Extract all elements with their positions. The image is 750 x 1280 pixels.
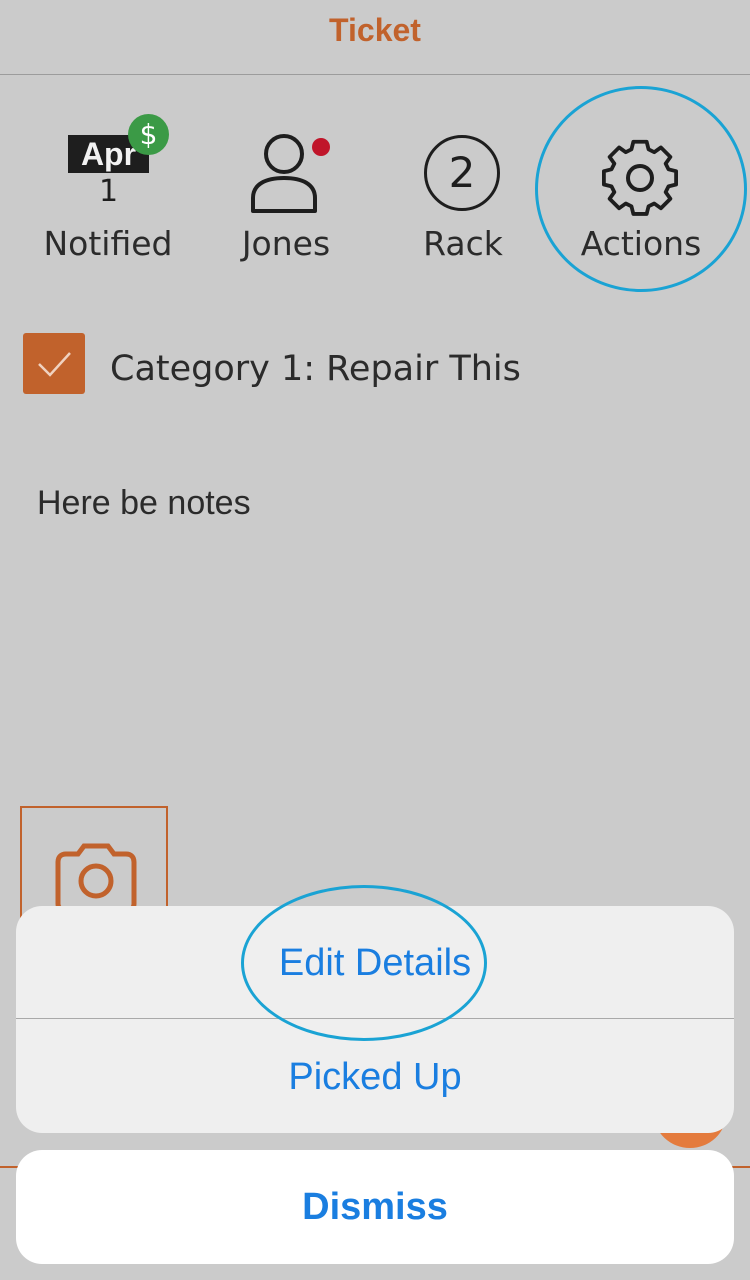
camera-icon (55, 843, 137, 912)
assignee-label: Jones (241, 224, 331, 263)
category-label: Category 1: Repair This (110, 349, 521, 389)
rack-number-badge[interactable]: 2 (424, 135, 500, 211)
actions-highlight-circle (535, 86, 747, 292)
checkmark-icon (38, 352, 71, 377)
person-icon[interactable] (244, 132, 330, 216)
notified-label: Notified (43, 224, 173, 263)
notes-text: Here be notes (37, 484, 251, 522)
rack-label: Rack (423, 224, 503, 263)
dismiss-card[interactable]: Dismiss (16, 1150, 734, 1264)
picked-up-button[interactable]: Picked Up (16, 1056, 734, 1099)
edit-details-highlight-circle (241, 885, 487, 1041)
dismiss-button[interactable]: Dismiss (16, 1186, 734, 1229)
category-checkbox[interactable] (23, 333, 85, 394)
page-title: Ticket (329, 12, 421, 48)
calendar-day: 1 (98, 174, 119, 209)
nav-header: Ticket (0, 0, 750, 75)
paid-dollar-badge: $ (128, 114, 169, 155)
unread-dot-icon (312, 138, 330, 156)
